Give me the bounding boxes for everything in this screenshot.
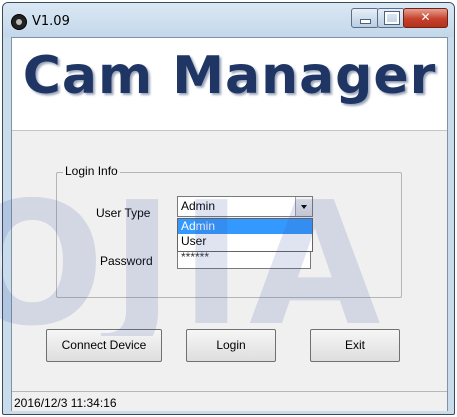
title-bar[interactable]: V1.09 ✕ (3, 3, 454, 37)
maximize-button[interactable] (377, 8, 405, 28)
status-bar: 2016/12/3 11:34:16 (12, 391, 447, 411)
connect-device-button[interactable]: Connect Device (46, 329, 162, 362)
client-area: Cam Manager Login Info User Type Passwor… (11, 37, 448, 411)
minimize-icon (360, 19, 371, 24)
user-type-label: User Type (96, 206, 151, 220)
close-icon: ✕ (420, 10, 431, 24)
banner: Cam Manager (12, 38, 447, 131)
option-admin[interactable]: Admin (178, 219, 312, 234)
window-title: V1.09 (32, 14, 70, 29)
minimize-button[interactable] (351, 8, 379, 28)
close-button[interactable]: ✕ (403, 8, 448, 28)
login-button[interactable]: Login (186, 329, 276, 362)
option-user[interactable]: User (178, 234, 312, 249)
app-window: V1.09 ✕ Cam Manager Login Info User Type… (2, 2, 455, 415)
password-label: Password (100, 254, 153, 268)
maximize-icon (384, 11, 400, 25)
banner-title: Cam Manager (22, 46, 437, 106)
user-type-dropdown: Admin User (177, 218, 313, 252)
user-type-value: Admin (181, 199, 216, 213)
chevron-down-icon[interactable] (295, 197, 312, 216)
group-label: Login Info (63, 164, 120, 178)
exit-button[interactable]: Exit (310, 329, 400, 362)
status-datetime: 2016/12/3 11:34:16 (14, 396, 117, 410)
password-field[interactable]: ****** (177, 250, 311, 269)
user-type-select[interactable]: Admin (177, 196, 313, 217)
camera-icon (11, 14, 27, 30)
